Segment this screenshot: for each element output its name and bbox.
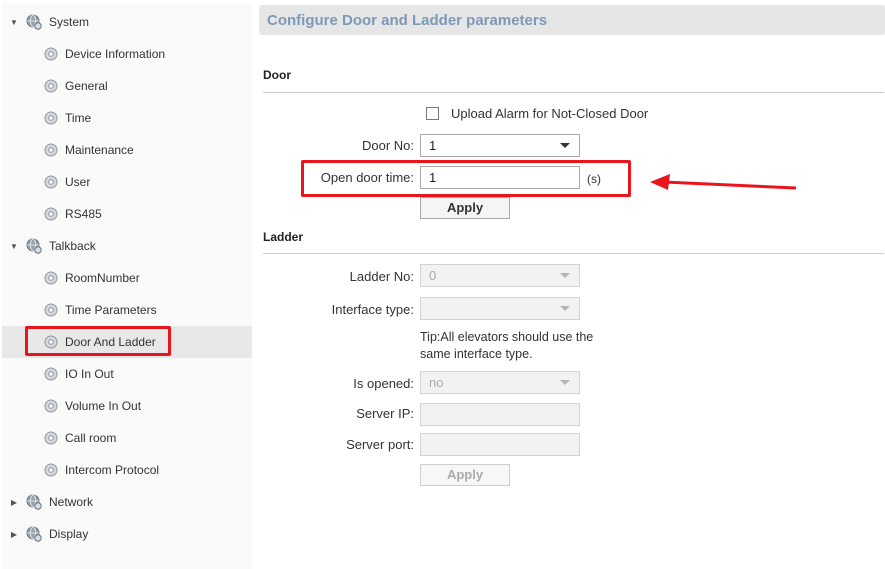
tree-item-time[interactable]: Time [2,102,252,134]
interface-type-select[interactable] [420,297,580,320]
red-arrow-annotation [650,174,797,190]
tree-label-volume-in-out: Volume In Out [65,399,142,413]
gear-icon [44,399,58,413]
chevron-down-icon [560,380,570,385]
page-title: Configure Door and Ladder parameters [267,12,548,29]
chevron-down-icon [560,143,570,148]
chevron-right-icon[interactable]: ▶ [9,529,19,539]
upload-alarm-checkbox[interactable] [426,107,439,120]
server-port-input[interactable] [420,433,580,456]
tree-label-system: System [49,15,90,29]
door-no-label: Door No: [361,138,414,153]
chevron-down-icon[interactable]: ▼ [9,241,19,251]
tree-item-rs485[interactable]: RS485 [2,198,252,230]
tree-item-intercom-protocol[interactable]: Intercom Protocol [2,454,252,486]
main-panel: Configure Door and Ladder parameters Doo… [258,0,885,569]
door-apply-button[interactable]: Apply [420,197,510,219]
tree-item-time-parameters[interactable]: Time Parameters [2,294,252,326]
gear-icon [44,79,58,93]
ladder-no-select[interactable]: 0 [420,264,580,287]
tree-item-volume-in-out[interactable]: Volume In Out [2,390,252,422]
is-opened-label: Is opened: [353,376,414,391]
chevron-down-icon [560,306,570,311]
server-ip-input[interactable] [420,403,580,426]
tree-label-call-room: Call room [65,431,117,445]
tree-item-device-information[interactable]: Device Information [2,38,252,70]
tree-label-time-parameters: Time Parameters [65,303,157,317]
server-ip-label: Server IP: [356,406,414,421]
tree-label-display: Display [49,527,89,541]
tree-label-room-number: RoomNumber [65,271,140,285]
tree-label-io-in-out: IO In Out [65,367,114,381]
tree-item-general[interactable]: General [2,70,252,102]
section-title-ladder: Ladder [263,230,304,244]
gear-icon [44,111,58,125]
ladder-no-label: Ladder No: [349,269,414,284]
gear-icon [44,463,58,477]
section-divider [263,92,884,93]
chevron-down-icon[interactable]: ▼ [9,17,19,27]
highlight-box-open-door-time [301,160,631,197]
tree-node-system[interactable]: ▼ System [2,6,252,38]
ladder-apply-button[interactable]: Apply [420,464,510,486]
tree-label-talkback: Talkback [49,239,96,253]
gear-icon [44,143,58,157]
server-port-label: Server port: [346,437,414,452]
globe-gear-icon [26,238,42,254]
tree-node-talkback[interactable]: ▼ Talkback [2,230,252,262]
gear-icon [44,367,58,381]
gear-icon [44,271,58,285]
sidebar-tree: ▼ System Device Information General Time… [2,4,252,569]
gear-icon [44,47,58,61]
gear-icon [44,431,58,445]
gear-icon [44,207,58,221]
interface-type-label: Interface type: [331,302,414,317]
tree-label-network: Network [49,495,94,509]
tree-label-time: Time [65,111,92,125]
upload-alarm-label: Upload Alarm for Not-Closed Door [451,106,649,121]
tree-label-maintenance: Maintenance [65,143,134,157]
highlight-box-sidebar [25,326,171,356]
globe-gear-icon [26,526,42,542]
section-title-door: Door [263,68,291,82]
door-no-value: 1 [429,138,437,153]
is-opened-select[interactable]: no [420,371,580,394]
tree-label-user: User [65,175,91,189]
tree-item-maintenance[interactable]: Maintenance [2,134,252,166]
ladder-no-value: 0 [429,268,437,283]
interface-type-tip: Tip:All elevators should use the same in… [420,330,594,361]
is-opened-value: no [429,375,444,390]
gear-icon [44,175,58,189]
globe-gear-icon [26,494,42,510]
tree-label-general: General [65,79,108,93]
tree-item-room-number[interactable]: RoomNumber [2,262,252,294]
section-divider [263,253,884,254]
door-no-select[interactable]: 1 [420,134,580,157]
tree-label-intercom-protocol: Intercom Protocol [65,463,160,477]
tree-item-io-in-out[interactable]: IO In Out [2,358,252,390]
tree-label-device-information: Device Information [65,47,166,61]
chevron-down-icon [560,273,570,278]
tree-node-network[interactable]: ▶ Network [2,486,252,518]
tree-item-user[interactable]: User [2,166,252,198]
tree-item-call-room[interactable]: Call room [2,422,252,454]
chevron-right-icon[interactable]: ▶ [9,497,19,507]
tree-node-display[interactable]: ▶ Display [2,518,252,550]
globe-gear-icon [26,14,42,30]
tree-label-rs485: RS485 [65,207,102,221]
page-header: Configure Door and Ladder parameters [259,5,885,35]
gear-icon [44,303,58,317]
